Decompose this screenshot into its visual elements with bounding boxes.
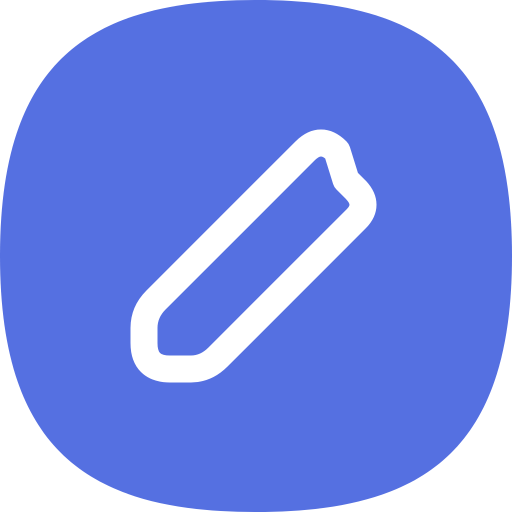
pencil-edit-icon[interactable]	[0, 0, 512, 512]
app-icon-canvas	[0, 0, 512, 512]
icon-background	[0, 0, 512, 512]
